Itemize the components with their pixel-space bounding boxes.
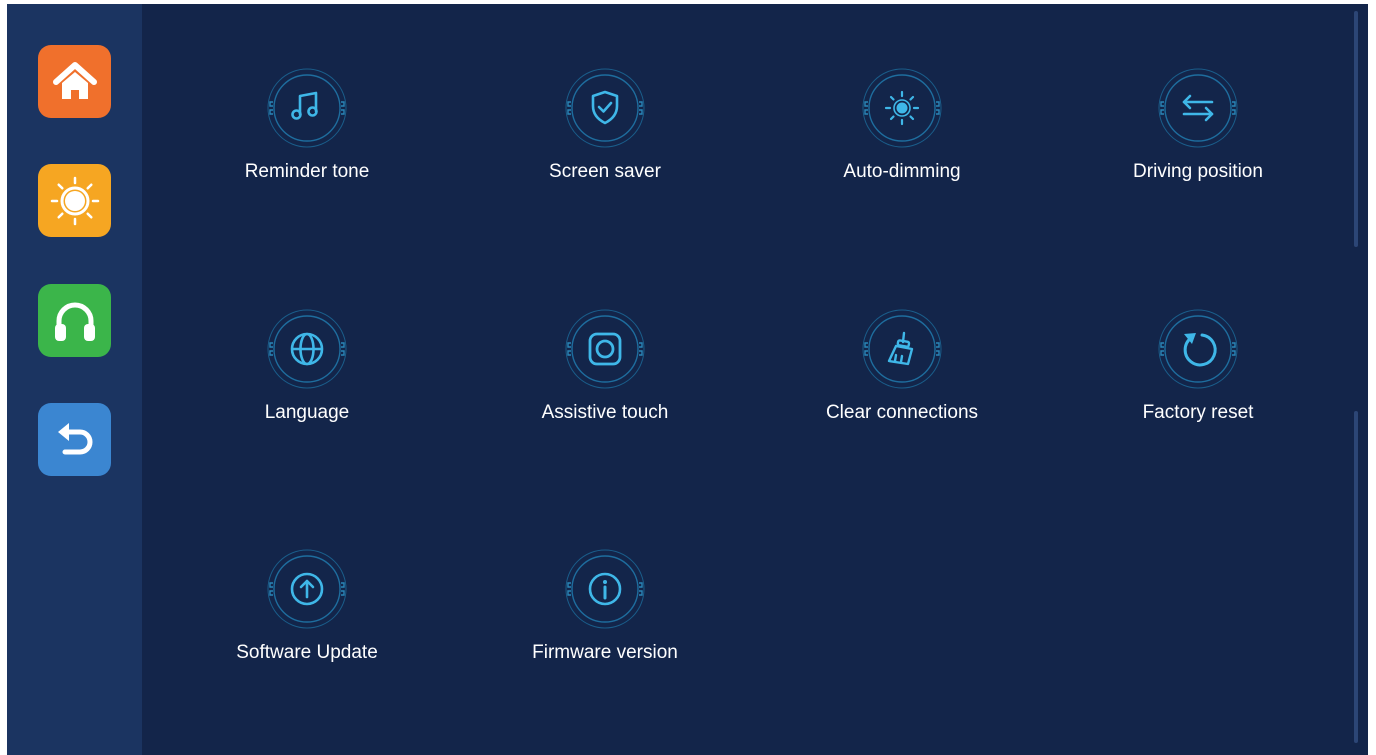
setting-factory-reset[interactable]: Factory reset xyxy=(1078,309,1318,459)
info-icon xyxy=(565,549,645,629)
settings-screen: Reminder tone Screen saver Auto-dimming … xyxy=(7,4,1368,755)
globe-icon xyxy=(267,309,347,389)
brightness-button[interactable] xyxy=(38,164,111,237)
assistive-touch-icon xyxy=(565,309,645,389)
scrollbar-lower[interactable] xyxy=(1354,411,1358,743)
sidebar xyxy=(7,4,142,755)
reset-icon xyxy=(1158,309,1238,389)
brightness-icon xyxy=(862,68,942,148)
setting-reminder-tone[interactable]: Reminder tone xyxy=(187,68,427,218)
home-button[interactable] xyxy=(38,45,111,118)
audio-button[interactable] xyxy=(38,284,111,357)
scrollbar-upper[interactable] xyxy=(1354,11,1358,247)
back-button[interactable] xyxy=(38,403,111,476)
back-arrow-icon xyxy=(57,422,92,454)
swap-arrows-icon xyxy=(1158,68,1238,148)
headphones-icon xyxy=(54,302,95,341)
home-icon xyxy=(52,61,97,99)
broom-icon xyxy=(862,309,942,389)
shield-check-icon xyxy=(565,68,645,148)
upload-arrow-icon xyxy=(267,549,347,629)
setting-firmware-version[interactable]: Firmware version xyxy=(485,549,725,699)
setting-label: Software Update xyxy=(236,642,378,663)
setting-label: Language xyxy=(264,402,350,423)
sun-icon xyxy=(50,176,99,225)
music-note-icon xyxy=(267,68,347,148)
setting-label: Auto-dimming xyxy=(843,161,961,182)
setting-label: Clear connections xyxy=(825,402,979,423)
setting-auto-dimming[interactable]: Auto-dimming xyxy=(782,68,1022,218)
setting-label: Factory reset xyxy=(1142,402,1254,423)
setting-label: Firmware version xyxy=(532,642,678,663)
setting-assistive-touch[interactable]: Assistive touch xyxy=(485,309,725,459)
setting-driving-position[interactable]: Driving position xyxy=(1078,68,1318,218)
setting-software-update[interactable]: Software Update xyxy=(187,549,427,699)
setting-language[interactable]: Language xyxy=(187,309,427,459)
setting-screen-saver[interactable]: Screen saver xyxy=(485,68,725,218)
setting-label: Assistive touch xyxy=(541,402,669,423)
setting-label: Driving position xyxy=(1133,161,1263,182)
setting-clear-connections[interactable]: Clear connections xyxy=(782,309,1022,459)
setting-label: Reminder tone xyxy=(244,161,370,182)
setting-label: Screen saver xyxy=(549,161,661,182)
